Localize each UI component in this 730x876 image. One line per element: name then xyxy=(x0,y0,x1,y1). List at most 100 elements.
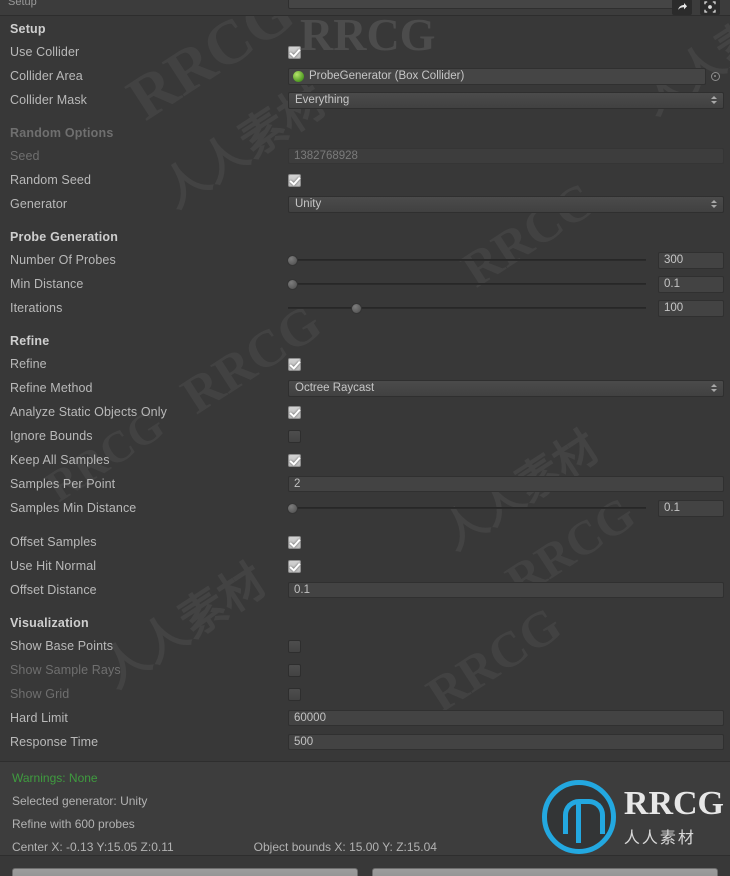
status-refine-info: Refine with 600 probes xyxy=(12,816,135,831)
label-ignore-bounds: Ignore Bounds xyxy=(10,429,93,443)
checkbox-ignore-bounds[interactable] xyxy=(288,429,301,443)
checkbox-use-hit-normal[interactable] xyxy=(288,559,301,573)
row-seed: Seed 1382768928 xyxy=(0,144,730,168)
label-use-hit-normal: Use Hit Normal xyxy=(10,559,97,573)
slider-samples-min-distance[interactable] xyxy=(286,496,658,520)
input-number-of-probes[interactable]: 300 xyxy=(658,251,724,269)
row-use-collider: Use Collider xyxy=(0,40,730,64)
frame-select-icon[interactable] xyxy=(700,0,720,15)
toolbar-stub-label: Setup xyxy=(8,0,37,8)
label-refine-method: Refine Method xyxy=(10,381,93,395)
dropdown-generator[interactable]: Unity xyxy=(288,195,724,213)
label-number-of-probes: Number Of Probes xyxy=(10,253,116,267)
status-object-bounds: Object bounds X: 15.00 Y: Z:15.04 xyxy=(253,839,437,854)
label-samples-per-point: Samples Per Point xyxy=(10,477,116,491)
input-hard-limit[interactable]: 60000 xyxy=(288,710,724,726)
status-warnings: Warnings: None xyxy=(12,770,98,785)
row-min-distance: Min Distance 0.1 xyxy=(0,272,730,296)
collider-icon xyxy=(293,70,304,82)
inspector-toolbar-strip: Setup xyxy=(0,0,730,16)
checkbox-random-seed[interactable] xyxy=(288,173,301,187)
row-collider-area: Collider Area ProbeGenerator (Box Collid… xyxy=(0,64,730,88)
label-iterations: Iterations xyxy=(10,301,63,315)
input-response-time[interactable]: 500 xyxy=(288,734,724,750)
section-header-visualization: Visualization xyxy=(10,616,89,630)
label-random-seed: Random Seed xyxy=(10,173,92,187)
dropdown-refine-method[interactable]: Octree Raycast xyxy=(288,379,724,397)
share-arrow-icon[interactable] xyxy=(672,0,692,15)
input-value: 100 xyxy=(664,302,684,314)
row-show-sample-rays: Show Sample Rays xyxy=(0,658,730,682)
dropdown-value: Unity xyxy=(295,198,322,210)
row-show-grid: Show Grid xyxy=(0,682,730,706)
label-use-collider: Use Collider xyxy=(10,45,80,59)
row-collider-mask: Collider Mask Everything xyxy=(0,88,730,112)
checkbox-show-sample-rays[interactable] xyxy=(288,663,301,677)
row-iterations: Iterations 100 xyxy=(0,296,730,320)
row-offset-samples: Offset Samples xyxy=(0,530,730,554)
row-refine-method: Refine Method Octree Raycast xyxy=(0,376,730,400)
slider-min-distance[interactable] xyxy=(286,272,658,296)
bottom-button-bar xyxy=(0,856,730,876)
checkbox-keep-all-samples[interactable] xyxy=(288,453,301,467)
slider-iterations[interactable] xyxy=(288,296,658,320)
section-header-probe-generation: Probe Generation xyxy=(10,230,119,244)
bottom-button-left[interactable] xyxy=(12,868,358,876)
checkbox-show-base-points[interactable] xyxy=(288,639,301,653)
label-offset-distance: Offset Distance xyxy=(10,583,97,597)
row-keep-all-samples: Keep All Samples xyxy=(0,448,730,472)
object-field-collider-area[interactable]: ProbeGenerator (Box Collider) xyxy=(288,67,706,85)
chevron-updown-icon xyxy=(711,200,717,208)
slider-number-of-probes[interactable] xyxy=(286,248,658,272)
row-analyze-static-objects-only: Analyze Static Objects Only xyxy=(0,400,730,424)
label-offset-samples: Offset Samples xyxy=(10,535,97,549)
input-iterations[interactable]: 100 xyxy=(658,299,724,317)
row-hard-limit: Hard Limit 60000 xyxy=(0,706,730,730)
input-samples-per-point[interactable]: 2 xyxy=(288,476,724,492)
checkbox-use-collider[interactable] xyxy=(288,45,301,59)
row-samples-per-point: Samples Per Point 2 xyxy=(0,472,730,496)
toolbar-stub-field[interactable] xyxy=(288,0,688,9)
checkbox-offset-samples[interactable] xyxy=(288,535,301,549)
row-offset-distance: Offset Distance 0.1 xyxy=(0,578,730,602)
input-seed-value: 1382768928 xyxy=(294,150,358,162)
status-center: Center X: -0.13 Y:15.05 Z:0.11 xyxy=(12,839,174,854)
object-picker-icon[interactable] xyxy=(706,71,724,81)
row-refine: Refine xyxy=(0,352,730,376)
dropdown-collider-mask[interactable]: Everything xyxy=(288,91,724,109)
status-panel: Warnings: None Selected generator: Unity… xyxy=(0,761,730,856)
input-seed[interactable]: 1382768928 xyxy=(288,148,724,164)
label-hard-limit: Hard Limit xyxy=(10,711,68,725)
status-selected-generator: Selected generator: Unity xyxy=(12,793,148,808)
label-response-time: Response Time xyxy=(10,735,99,749)
chevron-updown-icon xyxy=(711,384,717,392)
row-ignore-bounds: Ignore Bounds xyxy=(0,424,730,448)
section-header-refine: Refine xyxy=(10,334,50,348)
row-response-time: Response Time 500 xyxy=(0,730,730,754)
label-analyze-static-objects-only: Analyze Static Objects Only xyxy=(10,405,167,419)
input-min-distance[interactable]: 0.1 xyxy=(658,275,724,293)
bottom-button-right[interactable] xyxy=(372,868,718,876)
checkbox-analyze-static-objects-only[interactable] xyxy=(288,405,301,419)
input-value: 0.1 xyxy=(294,584,310,596)
object-field-value: ProbeGenerator (Box Collider) xyxy=(309,70,465,82)
input-value: 60000 xyxy=(294,712,326,724)
label-collider-mask: Collider Mask xyxy=(10,93,88,107)
input-value: 300 xyxy=(664,254,684,266)
label-refine: Refine xyxy=(10,357,47,371)
checkbox-show-grid[interactable] xyxy=(288,687,301,701)
input-offset-distance[interactable]: 0.1 xyxy=(288,582,724,598)
input-samples-min-distance[interactable]: 0.1 xyxy=(658,499,724,517)
input-value: 0.1 xyxy=(664,502,680,514)
label-generator: Generator xyxy=(10,197,68,211)
row-show-base-points: Show Base Points xyxy=(0,634,730,658)
checkbox-refine[interactable] xyxy=(288,357,301,371)
dropdown-value: Everything xyxy=(295,94,350,106)
row-number-of-probes: Number Of Probes 300 xyxy=(0,248,730,272)
input-value: 2 xyxy=(294,478,301,490)
label-show-base-points: Show Base Points xyxy=(10,639,114,653)
label-collider-area: Collider Area xyxy=(10,69,83,83)
label-min-distance: Min Distance xyxy=(10,277,84,291)
status-bounds-row: Center X: -0.13 Y:15.05 Z:0.11 Object bo… xyxy=(12,835,730,858)
label-samples-min-distance: Samples Min Distance xyxy=(10,501,137,515)
